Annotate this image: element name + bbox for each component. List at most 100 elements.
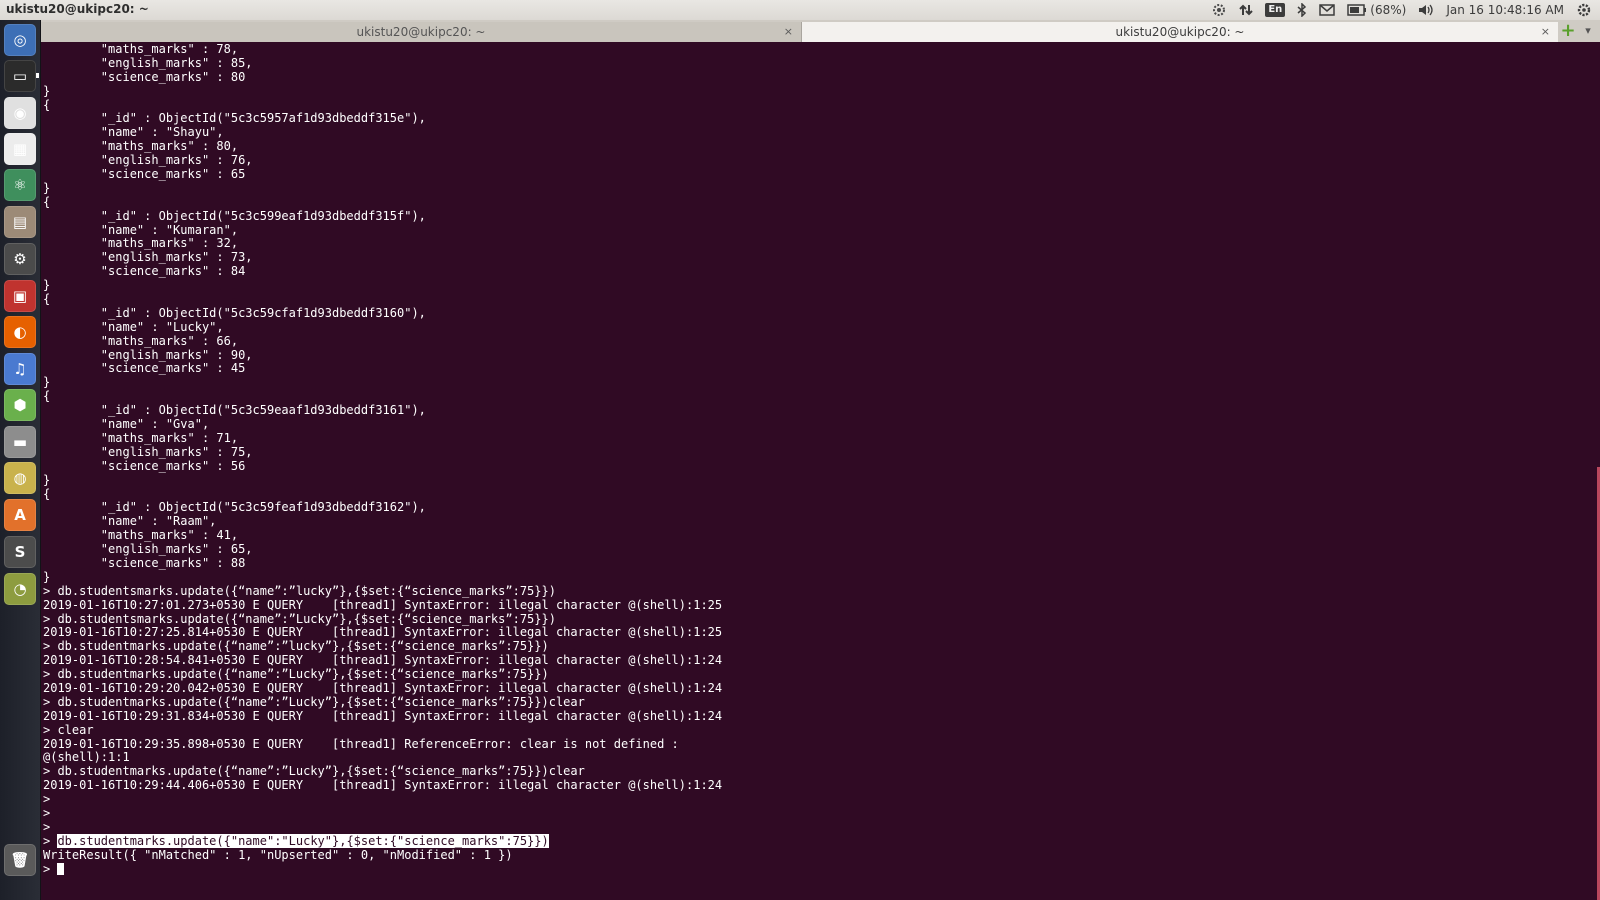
keyboard-layout-indicator[interactable]: En — [1265, 0, 1286, 20]
terminal-line: { — [43, 97, 51, 112]
terminal-line: "_id" : ObjectId("5c3c599eaf1d93dbeddf31… — [43, 208, 426, 223]
terminal-line: } — [43, 375, 51, 390]
trash-icon[interactable]: 🗑 — [4, 844, 36, 876]
terminal-line: > — [43, 805, 51, 820]
ubuntu-dash-icon[interactable]: ◎ — [4, 24, 36, 56]
terminal-line: 2019-01-16T10:29:44.406+0530 E QUERY [th… — [43, 778, 723, 793]
selected-command[interactable]: db.studentmarks.update({"name":"Lucky"},… — [57, 833, 549, 848]
mail-icon[interactable] — [1319, 0, 1336, 20]
file-manager-icon[interactable]: ▤ — [4, 206, 36, 238]
top-panel: ukistu20@ukipc20: ~ En (68%) Jan 16 10:4… — [0, 0, 1600, 21]
terminal-line: } — [43, 180, 51, 195]
terminal-line: "english_marks" : 85, — [43, 55, 253, 70]
system-settings-icon[interactable]: ⚙ — [4, 243, 36, 275]
terminal-line: > — [43, 819, 51, 834]
pdf-viewer-icon-glyph: ▣ — [12, 287, 28, 305]
firefox-icon[interactable]: ◐ — [4, 316, 36, 348]
battery-indicator[interactable]: (68%) — [1347, 0, 1406, 20]
disk-drive-icon[interactable]: ▬ — [4, 426, 36, 458]
system-monitor-icon[interactable]: ▦ — [4, 133, 36, 165]
terminal-line: "maths_marks" : 80, — [43, 139, 239, 154]
terminal-icon[interactable]: ▭ — [4, 60, 36, 92]
terminal-line: } — [43, 278, 51, 293]
system-gear-indicator-icon[interactable] — [1211, 0, 1227, 20]
tab-terminal-1[interactable]: ukistu20@ukipc20: ~ × — [41, 22, 802, 42]
new-tab-icon[interactable]: + — [1560, 22, 1576, 40]
terminal-line: "maths_marks" : 78, — [43, 42, 239, 56]
keyboard-layout-label: En — [1265, 3, 1286, 17]
image-viewer-icon[interactable]: ◔ — [4, 573, 36, 605]
music-player-icon-glyph: ♫ — [13, 360, 27, 378]
terminal-line: WriteResult({ "nMatched" : 1, "nUpserted… — [43, 847, 513, 862]
terminal-output[interactable]: "maths_marks" : 78, "english_marks" : 85… — [41, 42, 1600, 900]
image-viewer-icon-glyph: ◔ — [13, 580, 27, 598]
terminal-line: > db.studentmarks.update({"name":"Lucky"… — [43, 833, 549, 848]
terminal-line: "english_marks" : 73, — [43, 250, 253, 265]
volume-icon[interactable] — [1418, 0, 1434, 20]
system-monitor-icon-glyph: ▦ — [12, 140, 28, 158]
disk-drive-icon-glyph: ▬ — [12, 433, 28, 451]
terminal-line: "maths_marks" : 41, — [43, 528, 239, 543]
tab-terminal-2[interactable]: ukistu20@ukipc20: ~ × — [802, 22, 1558, 43]
terminal-line: "name" : "Gva", — [43, 417, 210, 432]
terminal-line: "name" : "Kumaran", — [43, 222, 239, 237]
tab-close-icon[interactable]: × — [1541, 25, 1550, 38]
sublime-text-icon-glyph: S — [14, 543, 26, 561]
atom-icon[interactable]: ⚛ — [4, 169, 36, 201]
battery-icon — [1347, 4, 1367, 16]
terminal-line: { — [43, 486, 51, 501]
tab-menu-chevron-icon[interactable]: ▾ — [1580, 23, 1596, 39]
terminal-line: "_id" : ObjectId("5c3c59eaaf1d93dbeddf31… — [43, 403, 426, 418]
tab-bar: ukistu20@ukipc20: ~ × ukistu20@ukipc20: … — [41, 20, 1600, 43]
optical-drive-icon[interactable]: ◍ — [4, 462, 36, 494]
terminal-line: { — [43, 389, 51, 404]
terminal-line: > db.studentmarks.update({“name”:”Lucky”… — [43, 694, 585, 709]
sublime-text-icon[interactable]: S — [4, 536, 36, 568]
clock[interactable]: Jan 16 10:48:16 AM — [1446, 0, 1564, 20]
terminal-line: > db.studentsmarks.update({“name”:”lucky… — [43, 583, 556, 598]
terminal-line: 2019-01-16T10:29:35.898+0530 E QUERY [th… — [43, 736, 679, 751]
terminal-line: 2019-01-16T10:27:01.273+0530 E QUERY [th… — [43, 597, 723, 612]
terminal-line: > — [43, 792, 51, 807]
terminal-lines: "maths_marks" : 78, "english_marks" : 85… — [43, 42, 723, 877]
optical-drive-icon-glyph: ◍ — [13, 469, 27, 487]
window-title: ukistu20@ukipc20: ~ — [6, 2, 149, 16]
terminal-line: "english_marks" : 75, — [43, 444, 253, 459]
software-center-icon[interactable]: A — [4, 499, 36, 531]
terminal-line: > — [43, 862, 722, 877]
pdf-viewer-icon[interactable]: ▣ — [4, 280, 36, 312]
terminal-line: @(shell):1:1 — [43, 750, 130, 765]
terminal-line: "maths_marks" : 66, — [43, 333, 239, 348]
terminal-line: "_id" : ObjectId("5c3c59feaf1d93dbeddf31… — [43, 500, 426, 515]
terminal-cursor — [57, 862, 65, 875]
music-player-icon[interactable]: ♫ — [4, 353, 36, 385]
indicator-area: En (68%) Jan 16 10:48:16 AM — [1211, 0, 1592, 20]
terminal-line: "maths_marks" : 32, — [43, 236, 239, 251]
terminal-line: "name" : "Lucky", — [43, 319, 224, 334]
terminal-line: } — [43, 472, 51, 487]
terminal-line: > db.studentmarks.update({“name”:”Lucky”… — [43, 667, 549, 682]
terminal-line: "english_marks" : 76, — [43, 153, 253, 168]
launcher: ◎ ▭ ◉ ▦ ⚛ ▤ ⚙ ▣ ◐ ♫ ⬢ ▬ ◍ A S ◔ 🗑 — [0, 20, 41, 900]
session-gear-icon[interactable] — [1576, 0, 1592, 20]
terminal-line: 2019-01-16T10:29:31.834+0530 E QUERY [th… — [43, 708, 723, 723]
terminal-line: 2019-01-16T10:27:25.814+0530 E QUERY [th… — [43, 625, 723, 640]
ubuntu-dash-icon-glyph: ◎ — [13, 31, 27, 49]
chrome-icon[interactable]: ◉ — [4, 97, 36, 129]
network-transfer-icon[interactable] — [1239, 0, 1254, 20]
file-manager-icon-glyph: ▤ — [12, 213, 28, 231]
terminal-line: "english_marks" : 90, — [43, 347, 253, 362]
terminal-line: "_id" : ObjectId("5c3c5957af1d93dbeddf31… — [43, 111, 426, 126]
tab-close-icon[interactable]: × — [784, 25, 793, 38]
terminal-line: } — [43, 569, 51, 584]
terminal-line: "science_marks" : 65 — [43, 167, 246, 182]
android-studio-icon[interactable]: ⬢ — [4, 389, 36, 421]
terminal-line: "name" : "Raam", — [43, 514, 217, 529]
terminal-line: "name" : "Shayu", — [43, 125, 224, 140]
terminal-line: > db.studentmarks.update({“name”:”lucky”… — [43, 639, 549, 654]
firefox-icon-glyph: ◐ — [13, 323, 27, 341]
tab-label: ukistu20@ukipc20: ~ — [356, 25, 486, 39]
terminal-line: 2019-01-16T10:28:54.841+0530 E QUERY [th… — [43, 653, 723, 668]
terminal-line: > clear — [43, 722, 94, 737]
bluetooth-icon[interactable] — [1297, 0, 1307, 20]
